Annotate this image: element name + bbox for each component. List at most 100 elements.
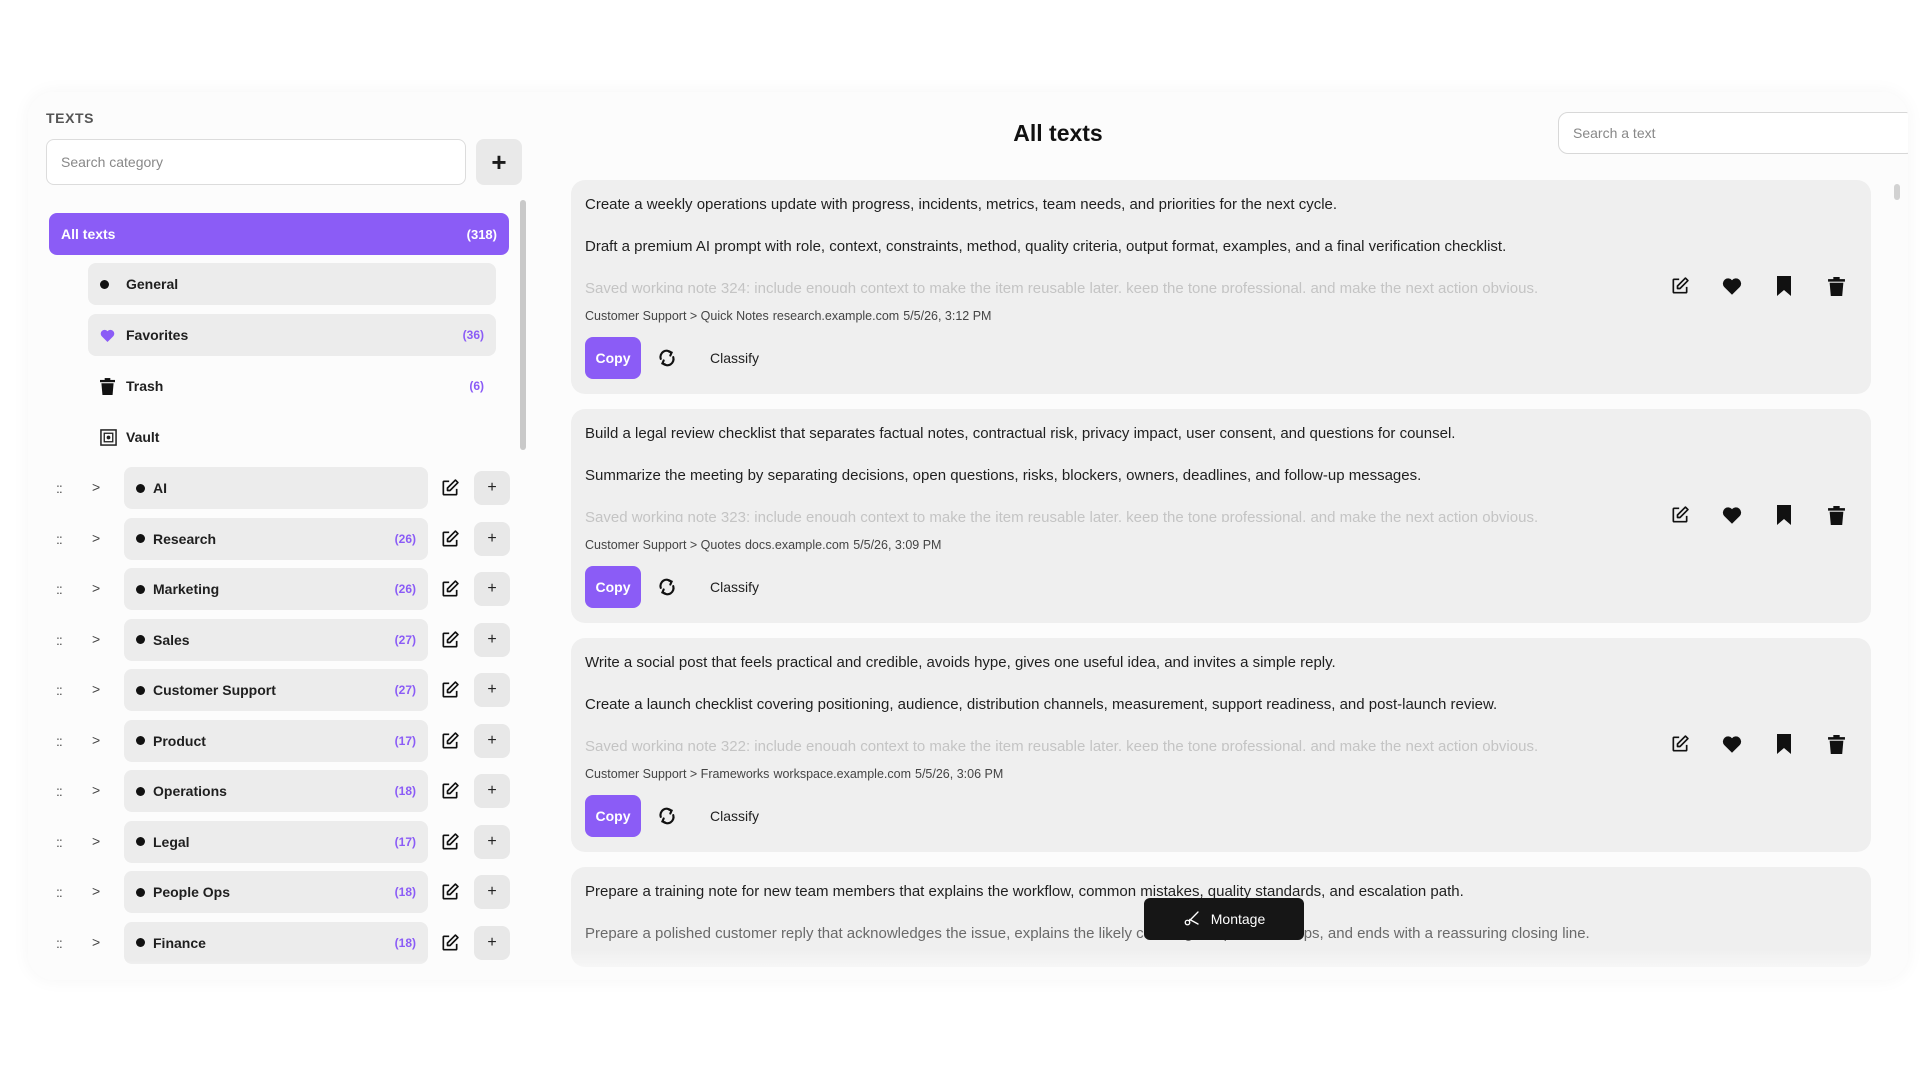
chevron-right-icon[interactable]: > — [92, 681, 100, 697]
chevron-right-icon[interactable]: > — [92, 631, 100, 647]
category-item[interactable]: Operations (18) — [124, 770, 428, 812]
category-row: :: > Research (26) + — [46, 517, 526, 560]
sidebar-item-general[interactable]: General — [88, 263, 496, 305]
copy-button[interactable]: Copy — [585, 337, 641, 379]
copy-button[interactable]: Copy — [585, 795, 641, 837]
edit-icon[interactable] — [440, 680, 460, 700]
montage-toast[interactable]: Montage — [1144, 898, 1304, 940]
category-item[interactable]: AI — [124, 467, 428, 509]
category-label: Operations — [153, 783, 227, 799]
bookmark-icon[interactable] — [1758, 503, 1810, 527]
edit-icon[interactable] — [1654, 732, 1706, 756]
add-subcategory-button[interactable]: + — [474, 572, 510, 606]
sidebar-item-all-texts[interactable]: All texts (318) — [49, 213, 509, 255]
classify-button[interactable]: Classify — [710, 350, 759, 366]
heart-icon[interactable] — [1706, 274, 1758, 298]
edit-icon[interactable] — [1654, 503, 1706, 527]
bookmark-icon[interactable] — [1758, 732, 1810, 756]
edit-icon[interactable] — [440, 529, 460, 549]
text-card[interactable]: Build a legal review checklist that sepa… — [571, 409, 1871, 623]
drag-handle-icon[interactable]: :: — [56, 682, 63, 698]
add-subcategory-button[interactable]: + — [474, 622, 510, 657]
edit-icon[interactable] — [440, 579, 460, 599]
classify-button[interactable]: Classify — [710, 579, 759, 595]
edit-icon[interactable] — [440, 630, 460, 650]
category-item[interactable]: Legal (17) — [124, 820, 428, 863]
classify-button[interactable]: Classify — [710, 808, 759, 824]
drag-handle-icon[interactable]: :: — [56, 834, 63, 850]
category-row: :: > People Ops (18) + — [46, 871, 526, 913]
text-card[interactable]: Create a weekly operations update with p… — [571, 180, 1871, 394]
card-text-line: Draft a premium AI prompt with role, con… — [585, 238, 1507, 255]
card-date: 5/5/26, 3:12 PM — [903, 309, 992, 323]
trash-icon[interactable] — [1810, 503, 1862, 527]
trash-icon[interactable] — [1810, 732, 1862, 756]
chevron-right-icon[interactable]: > — [92, 580, 100, 596]
drag-handle-icon[interactable]: :: — [56, 632, 63, 648]
category-item[interactable]: Research (26) — [124, 517, 428, 560]
chevron-right-icon[interactable]: > — [92, 883, 100, 899]
add-subcategory-button[interactable]: + — [474, 521, 510, 556]
drag-handle-icon[interactable]: :: — [56, 935, 63, 951]
add-subcategory-button[interactable]: + — [474, 824, 510, 859]
drag-handle-icon[interactable]: :: — [56, 884, 63, 900]
category-label: Customer Support — [153, 682, 276, 698]
add-subcategory-button[interactable]: + — [474, 471, 510, 505]
edit-icon[interactable] — [440, 478, 460, 498]
category-item[interactable]: Customer Support (27) — [124, 669, 428, 711]
heart-icon[interactable] — [1706, 503, 1758, 527]
drag-handle-icon[interactable]: :: — [56, 733, 63, 749]
sidebar-item-favorites[interactable]: Favorites (36) — [88, 314, 496, 356]
category-item[interactable]: Marketing (26) — [124, 568, 428, 610]
category-item[interactable]: People Ops (18) — [124, 871, 428, 913]
chevron-right-icon[interactable]: > — [92, 833, 100, 849]
chevron-right-icon[interactable]: > — [92, 530, 100, 546]
chevron-right-icon[interactable]: > — [92, 479, 100, 495]
text-card[interactable]: Write a social post that feels practical… — [571, 638, 1871, 852]
sidebar-item-trash[interactable]: Trash (6) — [88, 365, 496, 407]
category-item[interactable]: Finance (18) — [124, 921, 428, 964]
chevron-right-icon[interactable]: > — [92, 934, 100, 950]
main-scrollbar[interactable] — [1894, 184, 1900, 200]
heart-icon[interactable] — [1706, 732, 1758, 756]
add-subcategory-button[interactable]: + — [474, 673, 510, 707]
category-item[interactable]: Sales (27) — [124, 618, 428, 661]
refresh-icon[interactable] — [657, 577, 677, 597]
drag-handle-icon[interactable]: :: — [56, 531, 63, 547]
main-panel: All texts Create a weekly operations upd… — [558, 92, 1908, 980]
category-count: (26) — [394, 531, 416, 546]
card-text-line: Prepare a polished customer reply that a… — [585, 925, 1590, 942]
trash-icon[interactable] — [1810, 274, 1862, 298]
add-category-button[interactable]: + — [476, 139, 522, 185]
chevron-right-icon[interactable]: > — [92, 782, 100, 798]
chevron-right-icon[interactable]: > — [92, 732, 100, 748]
add-subcategory-button[interactable]: + — [474, 925, 510, 960]
category-count: (27) — [394, 632, 416, 647]
category-label: Research — [153, 530, 217, 547]
text-search-input[interactable] — [1558, 112, 1908, 154]
edit-icon[interactable] — [440, 731, 460, 751]
edit-icon[interactable] — [1654, 274, 1706, 298]
edit-icon[interactable] — [440, 781, 460, 801]
card-text-line: Create a launch checklist covering posit… — [585, 696, 1498, 713]
add-subcategory-button[interactable]: + — [474, 774, 510, 808]
copy-button[interactable]: Copy — [585, 566, 641, 608]
add-subcategory-button[interactable]: + — [474, 723, 510, 758]
edit-icon[interactable] — [440, 933, 460, 953]
sidebar-item-vault[interactable]: Vault — [88, 416, 496, 458]
edit-icon[interactable] — [440, 882, 460, 902]
bookmark-icon[interactable] — [1758, 274, 1810, 298]
drag-handle-icon[interactable]: :: — [56, 783, 63, 799]
sidebar-scrollbar[interactable] — [520, 200, 526, 450]
refresh-icon[interactable] — [657, 348, 677, 368]
category-item[interactable]: Product (17) — [124, 719, 428, 762]
edit-icon[interactable] — [440, 832, 460, 852]
card-source-domain: workspace.example.com — [773, 767, 911, 781]
category-label: Finance — [153, 934, 206, 951]
add-subcategory-button[interactable]: + — [474, 875, 510, 909]
category-search-input[interactable] — [46, 139, 466, 185]
drag-handle-icon[interactable]: :: — [56, 480, 63, 496]
refresh-icon[interactable] — [657, 806, 677, 826]
drag-handle-icon[interactable]: :: — [56, 581, 63, 597]
category-label: Sales — [153, 631, 190, 648]
